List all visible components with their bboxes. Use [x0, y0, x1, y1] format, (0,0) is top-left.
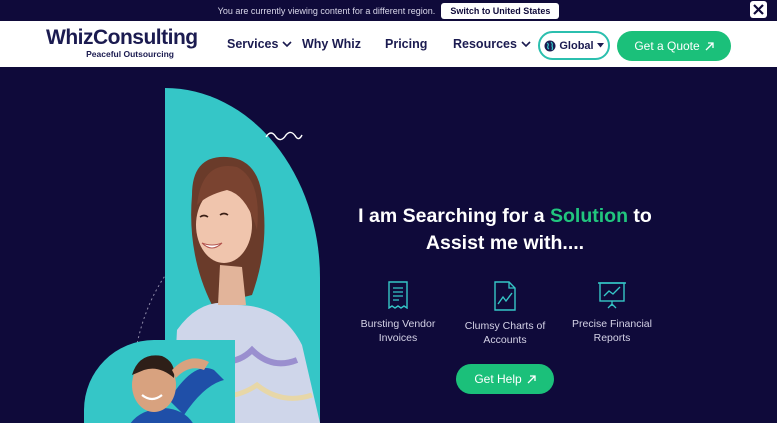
- chevron-down-icon: [521, 40, 531, 47]
- get-quote-button[interactable]: Get a Quote: [617, 31, 731, 61]
- man-looking-image: [84, 340, 235, 423]
- get-quote-label: Get a Quote: [634, 39, 700, 53]
- option-label-line1: Bursting Vendor: [360, 318, 436, 330]
- presentation-chart-icon: [598, 282, 626, 309]
- option-label-line2: Invoices: [378, 332, 418, 344]
- option-label-line1: Precise Financial: [572, 318, 652, 330]
- man-illustration: [130, 355, 224, 423]
- get-help-label: Get Help: [474, 372, 522, 386]
- squiggle-decoration: [265, 131, 303, 141]
- region-notice-bar: You are currently viewing content for a …: [0, 0, 777, 21]
- arrow-up-right-icon: [527, 374, 536, 383]
- get-help-button[interactable]: Get Help: [456, 364, 554, 394]
- site-header: WhizConsulting Peaceful Outsourcing Serv…: [0, 21, 777, 67]
- option-label: Precise Financial Reports: [562, 317, 662, 345]
- nav-label: Services: [227, 37, 279, 51]
- region-notice-text: You are currently viewing content for a …: [217, 5, 436, 16]
- headline-pre: I am Searching for a: [358, 205, 545, 227]
- nav-item-pricing[interactable]: Pricing: [385, 37, 427, 51]
- chevron-down-icon: [282, 40, 293, 47]
- arrow-up-right-icon: [705, 41, 714, 50]
- region-label: Global: [559, 39, 594, 52]
- option-charts-of-accounts[interactable]: Clumsy Charts of Accounts: [455, 281, 555, 347]
- close-notice-button[interactable]: [750, 1, 767, 18]
- nav-item-why-whiz[interactable]: Why Whiz: [302, 37, 361, 51]
- hero-headline: I am Searching for a Solution to Assist …: [345, 203, 665, 257]
- invoice-icon: [388, 281, 408, 309]
- chart-document-icon: [494, 281, 516, 311]
- region-selector[interactable]: Global: [538, 31, 610, 60]
- option-label-line2: Accounts: [483, 334, 527, 346]
- logo-tagline: Peaceful Outsourcing: [86, 49, 174, 59]
- headline-line2: Assist me with....: [425, 232, 585, 254]
- switch-region-button[interactable]: Switch to United States: [441, 2, 560, 19]
- nav-item-services[interactable]: Services: [227, 37, 293, 51]
- nav-label: Resources: [453, 37, 517, 51]
- site-logo[interactable]: WhizConsulting Peaceful Outsourcing: [46, 26, 198, 63]
- option-vendor-invoices[interactable]: Bursting Vendor Invoices: [348, 281, 448, 345]
- option-label-line1: Clumsy Charts of: [464, 320, 546, 332]
- headline-post: to: [633, 205, 652, 227]
- option-label: Clumsy Charts of Accounts: [455, 319, 555, 347]
- headline-accent: Solution: [550, 205, 628, 227]
- close-icon: [753, 4, 764, 15]
- caret-down-icon: [596, 43, 604, 48]
- option-label: Bursting Vendor Invoices: [348, 317, 448, 345]
- nav-label: Pricing: [385, 37, 428, 51]
- nav-label: Why Whiz: [302, 37, 362, 51]
- logo-name: WhizConsulting: [46, 26, 198, 49]
- globe-icon: [544, 40, 556, 51]
- hero-section: I am Searching for a Solution to Assist …: [0, 67, 777, 423]
- option-label-line2: Reports: [593, 332, 631, 344]
- option-financial-reports[interactable]: Precise Financial Reports: [562, 281, 662, 345]
- nav-item-resources[interactable]: Resources: [453, 37, 531, 51]
